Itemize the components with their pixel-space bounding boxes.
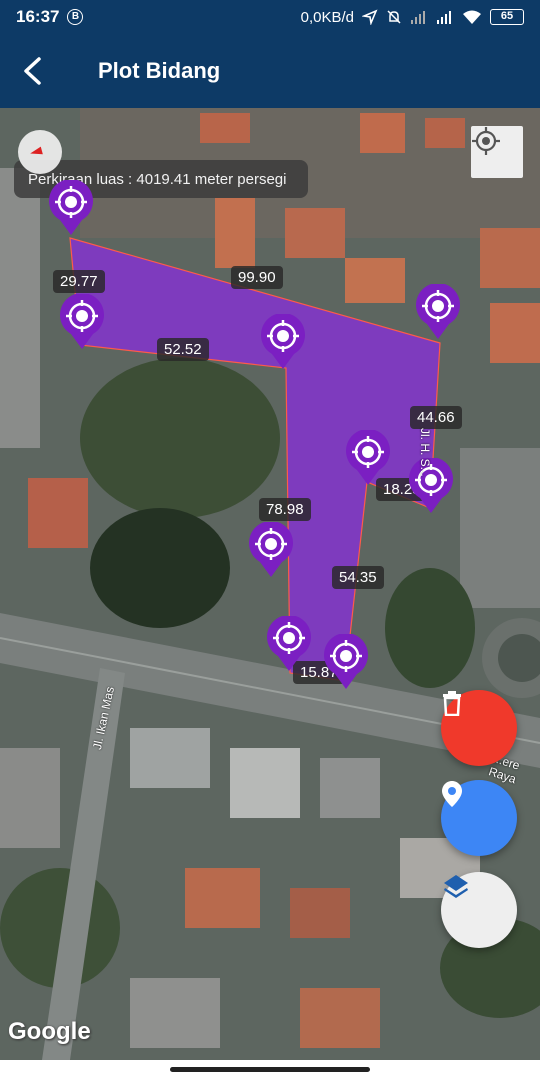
home-handle[interactable] (170, 1067, 370, 1072)
road-label: Jl. H. S... (418, 428, 432, 477)
network-speed: 0,0KB/d (300, 8, 354, 26)
distance-label: 78.98 (259, 498, 311, 521)
location-arrow-icon (362, 9, 378, 25)
crosshair-marker-icon[interactable] (323, 634, 369, 690)
crosshair-marker-icon[interactable] (415, 284, 461, 340)
pin-icon (442, 781, 462, 807)
delete-button[interactable] (441, 690, 517, 766)
layers-icon (444, 875, 468, 898)
crosshair-marker-icon[interactable] (59, 294, 105, 350)
system-nav-bar (0, 1060, 540, 1080)
distance-label: 99.90 (231, 266, 283, 289)
distance-label: 52.52 (157, 338, 209, 361)
add-pin-button[interactable] (441, 780, 517, 856)
satellite-map[interactable]: Perkiraan luas : 4019.41 meter persegi 2… (0, 108, 540, 1060)
google-attribution: Google (8, 1018, 91, 1045)
crosshair-marker-icon[interactable] (345, 430, 391, 486)
distance-label: 54.35 (332, 566, 384, 589)
trash-icon (443, 691, 461, 716)
back-button[interactable] (0, 34, 64, 108)
crosshair-marker-icon[interactable] (48, 180, 94, 236)
status-time: 16:37 (16, 7, 60, 26)
distance-label: 29.77 (53, 270, 105, 293)
crosshair-marker-icon[interactable] (248, 522, 294, 578)
back-arrow-icon (24, 57, 41, 85)
page-title: Plot Bidang (98, 58, 221, 83)
b-icon: B (67, 9, 84, 25)
my-location-button[interactable] (471, 126, 523, 178)
status-icons: 0,0KB/d 65 (301, 9, 524, 26)
signal-icon (437, 11, 451, 24)
status-bar: 16:37 B 0,0KB/d 65 (0, 0, 540, 34)
wifi-icon (463, 10, 481, 24)
crosshair-marker-icon[interactable] (260, 314, 306, 370)
crosshair-icon (472, 127, 500, 155)
layers-button[interactable] (441, 872, 517, 948)
app-bar: Plot Bidang (0, 34, 540, 108)
battery-icon: 65 (490, 9, 524, 25)
crosshair-marker-icon[interactable] (266, 616, 312, 672)
alarm-off-icon (387, 10, 401, 24)
distance-label: 44.66 (410, 406, 462, 429)
compass-icon[interactable] (18, 130, 62, 174)
signal-icon (411, 11, 425, 24)
